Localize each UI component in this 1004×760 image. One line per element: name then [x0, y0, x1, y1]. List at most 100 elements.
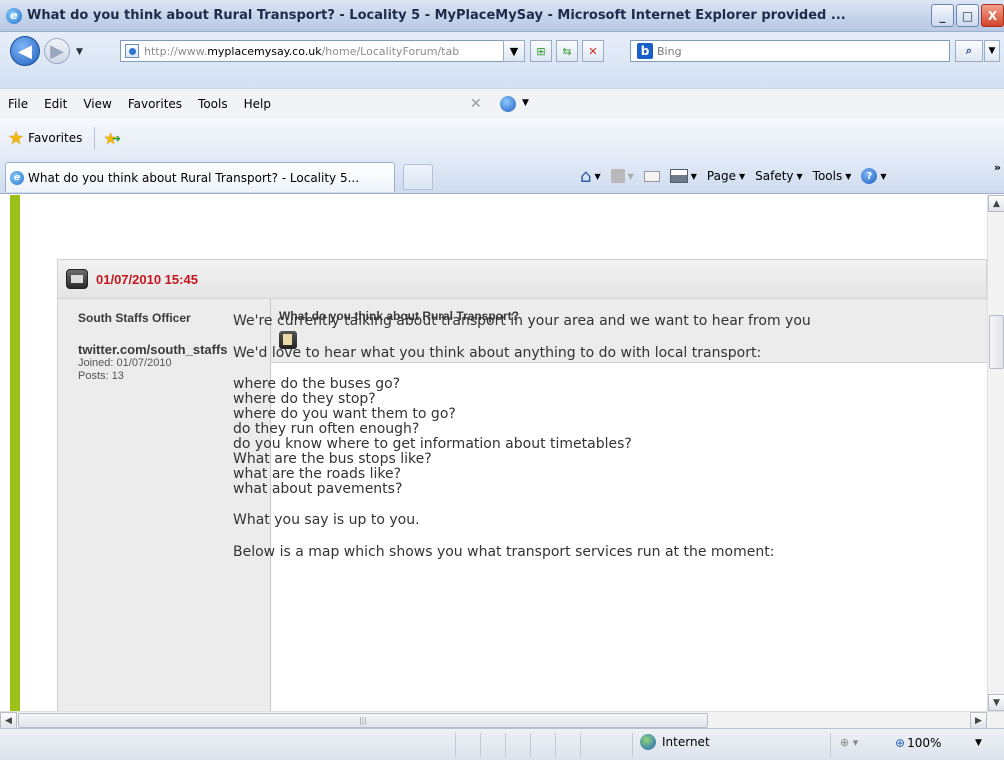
vertical-scrollbar[interactable]: ▲ ▼: [987, 195, 1004, 711]
print-icon: [669, 169, 688, 183]
refresh-icon[interactable]: ⇆: [556, 40, 578, 62]
tab-active[interactable]: e What do you think about Rural Transpor…: [5, 162, 395, 192]
browser-addon-icon[interactable]: [500, 96, 516, 112]
favorites-button[interactable]: Favorites: [28, 131, 82, 145]
menu-edit[interactable]: Edit: [44, 97, 67, 111]
stop-icon[interactable]: ✕: [582, 40, 604, 62]
status-divider: [505, 733, 506, 757]
scroll-down-button[interactable]: ▼: [988, 694, 1004, 711]
status-divider: [580, 733, 581, 757]
post-icon: [66, 269, 88, 289]
list-item: What are the bus stops like?: [233, 451, 432, 467]
favorites-star-icon[interactable]: ★: [8, 128, 24, 149]
addon-dropdown-icon[interactable]: ▼: [522, 98, 529, 108]
home-icon: ⌂: [580, 165, 592, 187]
post-date: 01/07/2010 15:45: [96, 271, 198, 287]
menu-file[interactable]: File: [8, 97, 28, 111]
list-item: what are the roads like?: [233, 466, 402, 482]
vertical-scroll-thumb[interactable]: [989, 315, 1004, 369]
page-left-margin: [0, 195, 10, 711]
menu-help[interactable]: Help: [244, 97, 271, 111]
post-prompt: We'd love to hear what you think about a…: [233, 345, 762, 361]
security-zone-label: Internet: [662, 735, 710, 749]
new-tab-button[interactable]: [403, 164, 433, 190]
address-input[interactable]: http://www. myplacemysay.co.uk/home/Local…: [120, 40, 525, 62]
page-viewport: 01/07/2010 15:45 South Staffs Officer tw…: [0, 195, 987, 711]
protected-mode-icon[interactable]: ⊕ ▾: [840, 736, 858, 749]
search-placeholder: Bing: [657, 44, 682, 58]
address-toolbar: ◀ ▶ ▼ http://www. myplacemysay.co.uk/home…: [0, 32, 1004, 88]
status-divider: [830, 733, 831, 757]
address-dropdown-button[interactable]: ▼: [503, 40, 525, 62]
menu-favorites[interactable]: Favorites: [128, 97, 182, 111]
zoom-icon: ⊕: [895, 736, 906, 750]
safety-menu-label: Safety: [755, 169, 794, 183]
scroll-left-button[interactable]: ◀: [0, 712, 17, 729]
status-bar: Internet ⊕ ▾ ⊕ 100% ▼: [0, 728, 1004, 760]
window-title-bar[interactable]: e What do you think about Rural Transpor…: [0, 0, 1004, 32]
print-button[interactable]: ▼: [669, 169, 697, 183]
list-item: where do you want them to go?: [233, 406, 456, 422]
help-icon: ?: [861, 168, 878, 184]
safety-menu[interactable]: Safety ▼: [755, 169, 803, 183]
tab-title: What do you think about Rural Transport?…: [28, 170, 360, 185]
horizontal-scroll-thumb[interactable]: |||: [18, 713, 708, 728]
list-item: where do the buses go?: [233, 376, 401, 392]
search-options-dropdown[interactable]: ▼: [984, 40, 1000, 62]
zoom-control[interactable]: ⊕ 100%: [895, 736, 941, 750]
scroll-right-button[interactable]: ▶: [970, 712, 987, 729]
url-path: /home/LocalityForum/tab: [321, 44, 460, 58]
minimize-button[interactable]: _: [931, 4, 954, 27]
history-dropdown-icon[interactable]: ▼: [76, 47, 83, 57]
scroll-up-button[interactable]: ▲: [988, 195, 1004, 212]
window-controls: _ □ X: [931, 4, 1004, 27]
tools-menu-label: Tools: [812, 169, 843, 183]
menu-bar: File Edit View Favorites Tools Help ✕ ▼: [0, 88, 1004, 118]
post-closing: What you say is up to you.: [233, 512, 420, 528]
mail-icon: [643, 170, 660, 182]
status-divider: [555, 733, 556, 757]
page-menu[interactable]: Page ▼: [707, 169, 745, 183]
back-button[interactable]: ◀: [10, 36, 40, 66]
compatibility-view-icon[interactable]: ⊞: [530, 40, 552, 62]
help-menu[interactable]: ? ▼: [861, 168, 887, 184]
list-item: do they run often enough?: [233, 421, 420, 437]
close-button[interactable]: X: [981, 4, 1004, 27]
question-list: where do the buses go? where do they sto…: [233, 377, 923, 497]
forward-button[interactable]: ▶: [44, 38, 70, 64]
home-button[interactable]: ⌂ ▼: [580, 166, 601, 187]
post-header: 01/07/2010 15:45: [57, 259, 987, 299]
status-divider: [455, 733, 456, 757]
search-input[interactable]: b Bing: [630, 40, 950, 62]
security-zone[interactable]: Internet: [640, 734, 710, 750]
list-item: what about pavements?: [233, 481, 403, 497]
horizontal-scrollbar[interactable]: ◀ ||| ▶: [0, 711, 1004, 729]
list-item: do you know where to get information abo…: [233, 436, 632, 452]
add-favorite-arrow-icon: ➜: [111, 131, 121, 145]
url-domain: myplacemysay.co.uk: [207, 44, 322, 58]
status-divider: [530, 733, 531, 757]
search-button[interactable]: ⌕: [955, 40, 983, 62]
feeds-button[interactable]: ▼: [610, 169, 634, 183]
window-title: What do you think about Rural Transport?…: [27, 8, 846, 23]
zoom-level: 100%: [907, 736, 942, 750]
ie-logo-icon: e: [6, 7, 22, 24]
status-divider: [632, 733, 633, 757]
post-intro: We're currently talking about transport …: [233, 313, 811, 329]
feeds-icon: [610, 169, 625, 183]
post-map-intro: Below is a map which shows you what tran…: [233, 544, 775, 560]
read-mail-button[interactable]: [643, 170, 660, 182]
green-side-strip: [10, 195, 20, 711]
url-prefix: http://www.: [144, 44, 208, 58]
favorites-bar: ★ Favorites ★ ➜: [0, 118, 1004, 158]
more-tools-chevron-icon[interactable]: »: [994, 161, 1001, 174]
zoom-dropdown-icon[interactable]: ▼: [975, 738, 982, 748]
menu-tools[interactable]: Tools: [198, 97, 228, 111]
list-item: where do they stop?: [233, 391, 376, 407]
toolbar-close-icon[interactable]: ✕: [470, 96, 482, 112]
menu-view[interactable]: View: [83, 97, 111, 111]
tools-menu[interactable]: Tools ▼: [813, 169, 852, 183]
maximize-button[interactable]: □: [956, 4, 979, 27]
page-menu-label: Page: [706, 169, 736, 183]
internet-zone-icon: [640, 734, 656, 750]
